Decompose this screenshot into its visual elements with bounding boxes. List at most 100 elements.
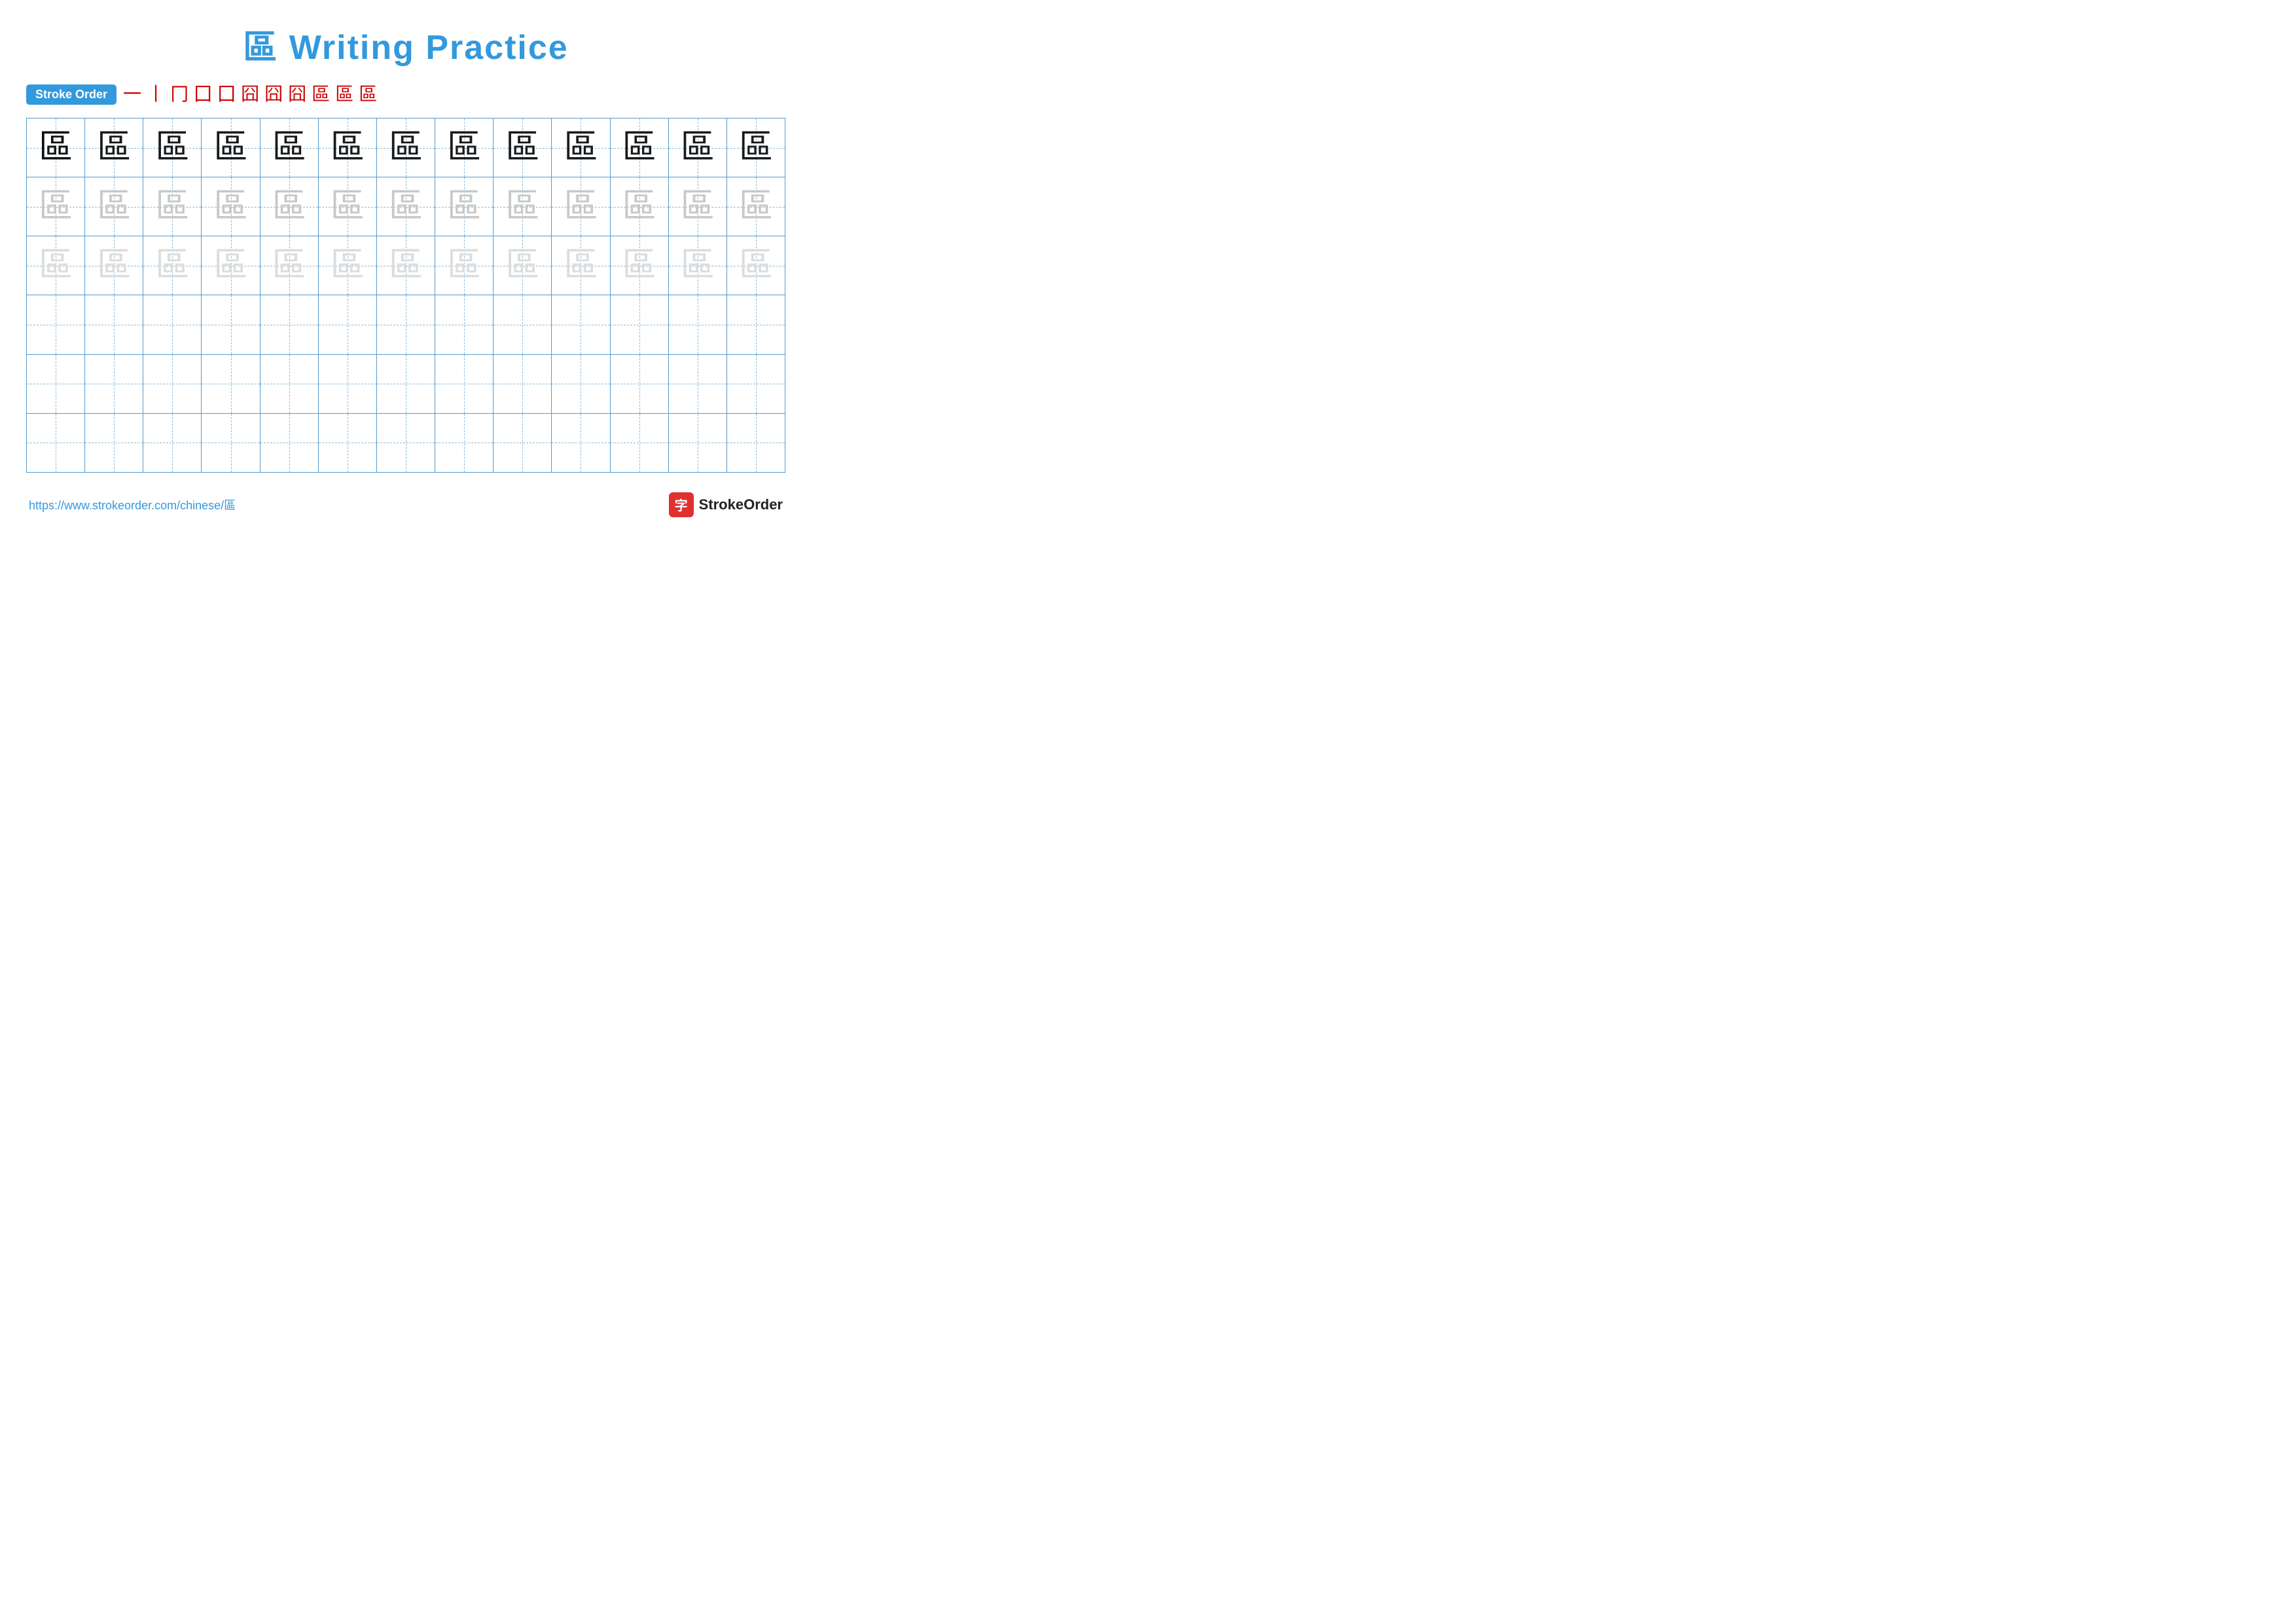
- grid-cell-0-4[interactable]: 區: [260, 119, 319, 177]
- cell-char: 區: [39, 131, 73, 165]
- grid-cell-4-8[interactable]: [493, 355, 552, 413]
- grid-cell-4-0[interactable]: [27, 355, 85, 413]
- grid-cell-2-0[interactable]: 區: [27, 236, 85, 295]
- grid-cell-1-0[interactable]: 區: [27, 177, 85, 236]
- grid-cell-5-12[interactable]: [727, 414, 785, 472]
- grid-cell-3-4[interactable]: [260, 295, 319, 354]
- grid-cell-1-4[interactable]: 區: [260, 177, 319, 236]
- grid-cell-1-6[interactable]: 區: [377, 177, 435, 236]
- grid-cell-0-6[interactable]: 區: [377, 119, 435, 177]
- grid-cell-3-2[interactable]: [143, 295, 202, 354]
- grid-cell-4-1[interactable]: [85, 355, 143, 413]
- grid-cell-0-11[interactable]: 區: [669, 119, 727, 177]
- grid-cell-1-9[interactable]: 區: [552, 177, 610, 236]
- grid-cell-5-4[interactable]: [260, 414, 319, 472]
- grid-cell-0-12[interactable]: 區: [727, 119, 785, 177]
- grid-cell-4-2[interactable]: [143, 355, 202, 413]
- grid-cell-0-7[interactable]: 區: [435, 119, 493, 177]
- grid-cell-1-2[interactable]: 區: [143, 177, 202, 236]
- grid-cell-5-3[interactable]: [202, 414, 260, 472]
- grid-cell-2-11[interactable]: 區: [669, 236, 727, 295]
- grid-cell-2-1[interactable]: 區: [85, 236, 143, 295]
- grid-cell-0-2[interactable]: 區: [143, 119, 202, 177]
- cell-char: 區: [389, 249, 423, 283]
- grid-cell-3-10[interactable]: [611, 295, 669, 354]
- cell-char: 區: [447, 249, 481, 283]
- grid-cell-0-3[interactable]: 區: [202, 119, 260, 177]
- grid-cell-4-9[interactable]: [552, 355, 610, 413]
- grid-cell-2-4[interactable]: 區: [260, 236, 319, 295]
- stroke-step-3: 冂: [170, 86, 188, 104]
- stroke-step-7: 囧: [264, 86, 283, 104]
- grid-cell-2-9[interactable]: 區: [552, 236, 610, 295]
- cell-char: 區: [39, 249, 73, 283]
- page-title: 區 Writing Practice: [26, 20, 785, 69]
- cell-char: 區: [331, 249, 365, 283]
- grid-cell-3-9[interactable]: [552, 295, 610, 354]
- grid-cell-2-6[interactable]: 區: [377, 236, 435, 295]
- cell-char: 區: [739, 190, 773, 224]
- grid-row-2: 區區區區區區區區區區區區區: [27, 236, 785, 295]
- grid-cell-4-7[interactable]: [435, 355, 493, 413]
- cell-char: 區: [681, 131, 715, 165]
- cell-char: 區: [564, 249, 598, 283]
- grid-cell-1-5[interactable]: 區: [319, 177, 377, 236]
- cell-char: 區: [155, 249, 189, 283]
- grid-cell-1-3[interactable]: 區: [202, 177, 260, 236]
- grid-cell-5-9[interactable]: [552, 414, 610, 472]
- grid-cell-0-5[interactable]: 區: [319, 119, 377, 177]
- grid-cell-2-7[interactable]: 區: [435, 236, 493, 295]
- grid-cell-4-12[interactable]: [727, 355, 785, 413]
- grid-cell-3-8[interactable]: [493, 295, 552, 354]
- grid-cell-0-10[interactable]: 區: [611, 119, 669, 177]
- grid-cell-5-2[interactable]: [143, 414, 202, 472]
- brand-name: StrokeOrder: [699, 496, 783, 513]
- grid-cell-1-11[interactable]: 區: [669, 177, 727, 236]
- grid-cell-5-7[interactable]: [435, 414, 493, 472]
- grid-cell-1-12[interactable]: 區: [727, 177, 785, 236]
- grid-cell-4-5[interactable]: [319, 355, 377, 413]
- grid-cell-0-9[interactable]: 區: [552, 119, 610, 177]
- grid-cell-3-1[interactable]: [85, 295, 143, 354]
- grid-cell-2-12[interactable]: 區: [727, 236, 785, 295]
- grid-cell-3-5[interactable]: [319, 295, 377, 354]
- grid-cell-5-5[interactable]: [319, 414, 377, 472]
- grid-cell-3-3[interactable]: [202, 295, 260, 354]
- stroke-step-6: 囧: [241, 86, 259, 104]
- grid-cell-5-1[interactable]: [85, 414, 143, 472]
- grid-cell-2-2[interactable]: 區: [143, 236, 202, 295]
- grid-cell-3-12[interactable]: [727, 295, 785, 354]
- grid-cell-4-4[interactable]: [260, 355, 319, 413]
- grid-cell-5-0[interactable]: [27, 414, 85, 472]
- grid-cell-1-7[interactable]: 區: [435, 177, 493, 236]
- grid-cell-5-10[interactable]: [611, 414, 669, 472]
- grid-cell-3-6[interactable]: [377, 295, 435, 354]
- grid-cell-0-8[interactable]: 區: [493, 119, 552, 177]
- grid-cell-4-11[interactable]: [669, 355, 727, 413]
- brand: 字 StrokeOrder: [669, 492, 783, 517]
- grid-cell-5-11[interactable]: [669, 414, 727, 472]
- grid-cell-4-6[interactable]: [377, 355, 435, 413]
- stroke-step-2: 丨: [147, 86, 165, 104]
- grid-cell-5-6[interactable]: [377, 414, 435, 472]
- grid-cell-2-10[interactable]: 區: [611, 236, 669, 295]
- cell-char: 區: [331, 190, 365, 224]
- grid-cell-2-8[interactable]: 區: [493, 236, 552, 295]
- grid-cell-3-11[interactable]: [669, 295, 727, 354]
- grid-cell-1-1[interactable]: 區: [85, 177, 143, 236]
- footer-link[interactable]: https://www.strokeorder.com/chinese/區: [29, 496, 236, 513]
- grid-cell-1-8[interactable]: 區: [493, 177, 552, 236]
- grid-cell-5-8[interactable]: [493, 414, 552, 472]
- grid-cell-4-10[interactable]: [611, 355, 669, 413]
- grid-cell-4-3[interactable]: [202, 355, 260, 413]
- grid-cell-1-10[interactable]: 區: [611, 177, 669, 236]
- grid-cell-2-5[interactable]: 區: [319, 236, 377, 295]
- cell-char: 區: [505, 190, 539, 224]
- grid-cell-3-0[interactable]: [27, 295, 85, 354]
- grid-cell-0-1[interactable]: 區: [85, 119, 143, 177]
- cell-char: 區: [681, 249, 715, 283]
- grid-cell-3-7[interactable]: [435, 295, 493, 354]
- grid-cell-0-0[interactable]: 區: [27, 119, 85, 177]
- grid-cell-2-3[interactable]: 區: [202, 236, 260, 295]
- cell-char: 區: [331, 131, 365, 165]
